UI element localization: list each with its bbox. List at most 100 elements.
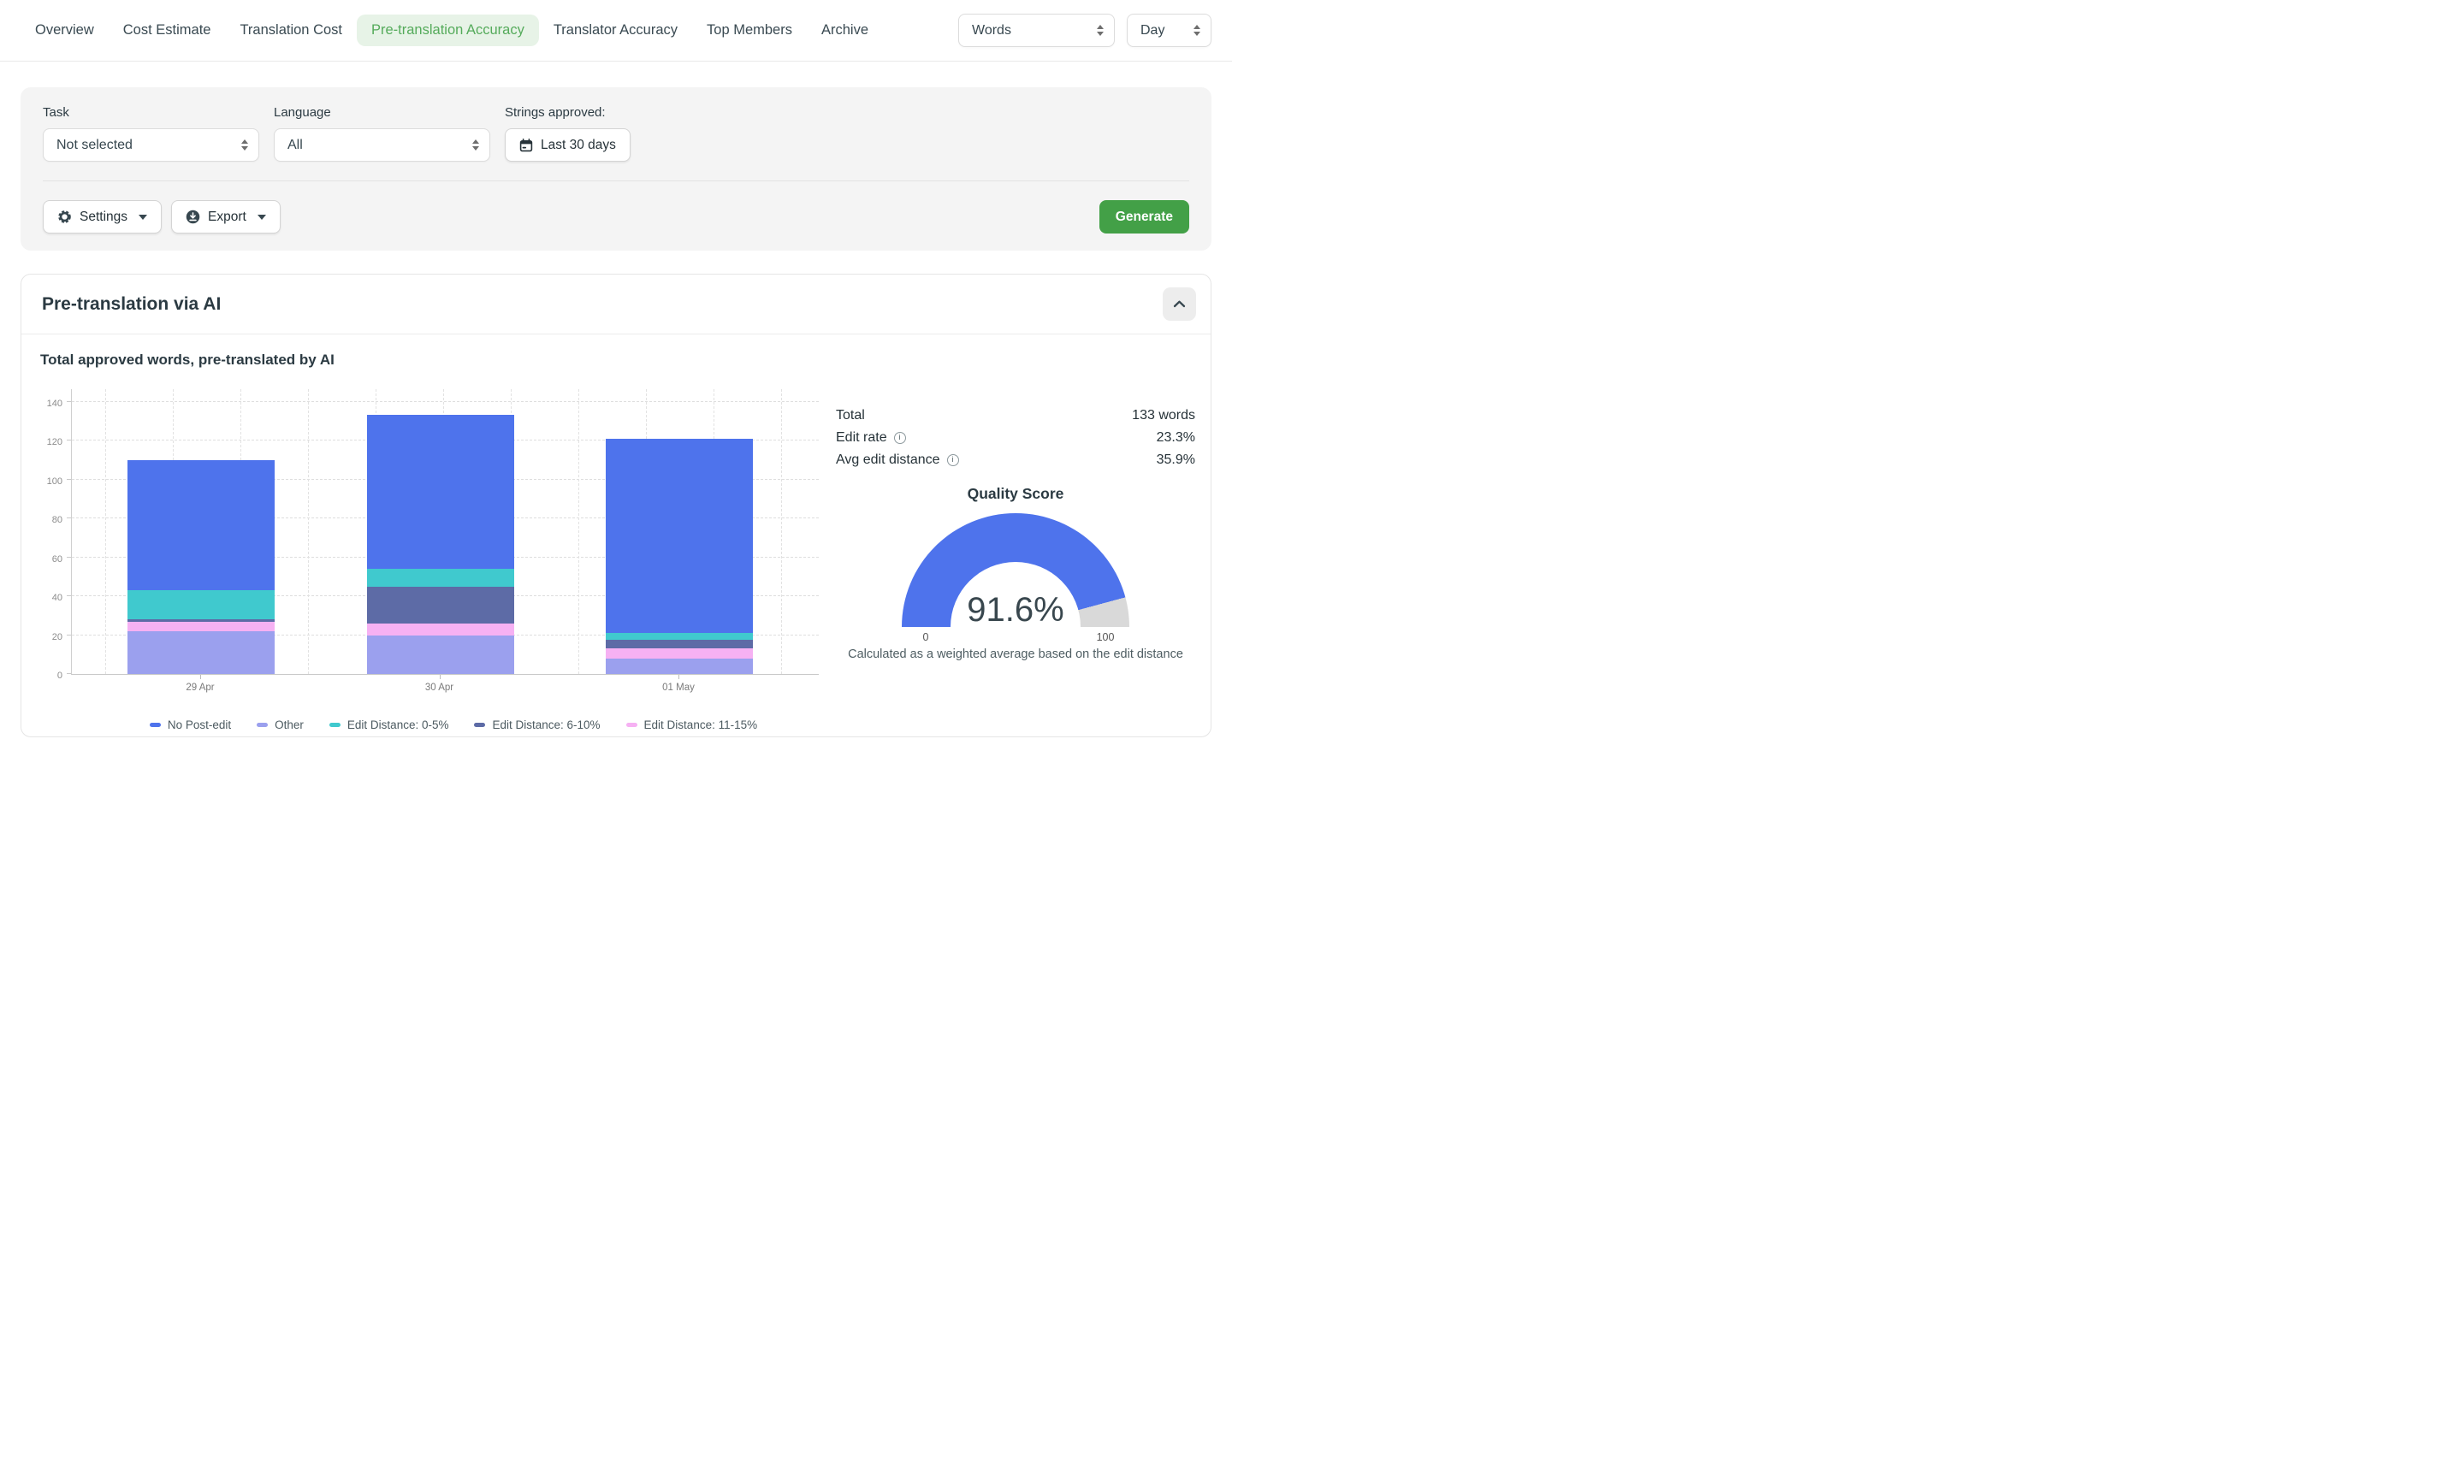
language-select[interactable]: All	[274, 128, 490, 162]
tab-translation-cost[interactable]: Translation Cost	[225, 15, 357, 46]
bar-segment	[127, 622, 275, 631]
y-tick-label: 40	[52, 593, 62, 603]
task-label: Task	[43, 105, 259, 120]
select-arrows-icon	[472, 139, 479, 151]
panel-divider	[43, 180, 1189, 181]
unit-select[interactable]: Words	[958, 14, 1115, 47]
language-select-value: All	[287, 138, 303, 153]
bar-segment	[367, 624, 514, 636]
select-arrows-icon	[241, 139, 248, 151]
download-icon	[186, 210, 200, 224]
bar-segment	[367, 587, 514, 624]
legend-item[interactable]: Edit Distance: 11-15%	[626, 718, 758, 731]
y-tick-label: 120	[47, 437, 62, 447]
period-select-value: Day	[1140, 23, 1164, 38]
y-axis: 020406080100120140	[40, 389, 71, 675]
bar-segment	[606, 633, 753, 640]
legend-item[interactable]: Other	[257, 718, 304, 731]
legend-label: Other	[275, 718, 304, 731]
stat-row-total: Total 133 words	[836, 407, 1195, 423]
task-select[interactable]: Not selected	[43, 128, 259, 162]
gridline	[308, 389, 309, 674]
gauge-min-label: 0	[923, 631, 929, 643]
pre-translation-card: Pre-translation via AI Total approved wo…	[21, 274, 1211, 737]
gauge-caption: Calculated as a weighted average based o…	[836, 647, 1195, 661]
legend-item[interactable]: Edit Distance: 0-5%	[329, 718, 449, 731]
y-tick-label: 0	[57, 671, 62, 681]
bar-segment	[606, 648, 753, 658]
legend-label: Edit Distance: 11-15%	[644, 718, 758, 731]
y-tick-label: 80	[52, 515, 62, 525]
export-button[interactable]: Export	[171, 200, 281, 234]
tab-overview[interactable]: Overview	[21, 15, 109, 46]
stacked-bar-chart: 0 20 40 60 80 100 120 140 29 Apr 30 Apr 01 May No…	[40, 377, 836, 736]
date-range-button[interactable]: Last 30 days	[505, 128, 631, 162]
stat-row-edit-rate: Edit rate i 23.3%	[836, 429, 1195, 446]
task-select-value: Not selected	[56, 138, 133, 153]
tab-pre-translation-accuracy[interactable]: Pre-translation Accuracy	[357, 15, 539, 46]
gridline	[105, 389, 106, 674]
gridline	[781, 389, 782, 674]
filters-panel: Task Not selected Language All Strings a…	[21, 87, 1211, 251]
stat-value: 35.9%	[1157, 452, 1195, 468]
select-arrows-icon	[1097, 25, 1104, 36]
gridline	[72, 401, 819, 402]
y-tick-label: 100	[47, 476, 62, 487]
tab-top-members[interactable]: Top Members	[692, 15, 807, 46]
bar-segment	[127, 631, 275, 674]
chevron-up-icon	[1173, 300, 1186, 308]
y-tick-label: 20	[52, 632, 62, 642]
gauge-max-label: 100	[1097, 631, 1115, 643]
legend-label: Edit Distance: 6-10%	[492, 718, 600, 731]
x-axis: 29 Apr 30 Apr 01 May	[71, 675, 819, 701]
gridline	[578, 389, 579, 674]
x-tick-label: 29 Apr	[186, 683, 214, 693]
bar-segment	[606, 659, 753, 674]
strings-approved-label: Strings approved:	[505, 105, 631, 120]
x-tick	[440, 675, 441, 679]
y-tick-label: 140	[47, 399, 62, 409]
bar-segment	[127, 590, 275, 619]
bar-segment	[606, 640, 753, 648]
y-tick-label: 60	[52, 554, 62, 565]
quality-score-gauge: 91.6% 0 100	[902, 513, 1129, 627]
bar-segment	[127, 460, 275, 590]
legend-marker-icon	[257, 723, 268, 727]
card-title: Pre-translation via AI	[42, 294, 221, 315]
quality-score-title: Quality Score	[836, 485, 1195, 503]
x-tick-label: 01 May	[662, 683, 695, 693]
gauge-value: 91.6%	[902, 591, 1129, 630]
tab-archive[interactable]: Archive	[807, 15, 883, 46]
select-arrows-icon	[1194, 25, 1200, 36]
x-tick-label: 30 Apr	[425, 683, 453, 693]
chart-plot-area	[71, 389, 819, 675]
legend-marker-icon	[329, 723, 341, 727]
generate-button[interactable]: Generate	[1099, 200, 1189, 234]
info-icon[interactable]: i	[947, 454, 959, 466]
chevron-down-icon	[139, 215, 147, 220]
legend-label: Edit Distance: 0-5%	[347, 718, 449, 731]
settings-label: Settings	[80, 210, 127, 225]
tab-translator-accuracy[interactable]: Translator Accuracy	[539, 15, 692, 46]
chevron-down-icon	[258, 215, 266, 220]
language-label: Language	[274, 105, 490, 120]
unit-select-value: Words	[972, 23, 1011, 38]
stats-panel: Total 133 words Edit rate i 23.3% Avg edi…	[836, 352, 1195, 736]
gear-icon	[57, 210, 72, 224]
bar-segment	[606, 439, 753, 634]
legend-label: No Post-edit	[168, 718, 231, 731]
tab-cost-estimate[interactable]: Cost Estimate	[109, 15, 226, 46]
info-icon[interactable]: i	[894, 432, 906, 444]
stat-label: Avg edit distance	[836, 452, 940, 468]
bar-segment	[127, 619, 275, 621]
legend-item[interactable]: No Post-edit	[150, 718, 231, 731]
settings-button[interactable]: Settings	[43, 200, 162, 234]
legend-item[interactable]: Edit Distance: 6-10%	[474, 718, 600, 731]
bar-segment	[367, 569, 514, 586]
stat-label: Edit rate	[836, 429, 887, 446]
period-select[interactable]: Day	[1127, 14, 1211, 47]
stat-value: 23.3%	[1157, 429, 1195, 446]
date-range-value: Last 30 days	[541, 138, 616, 153]
collapse-button[interactable]	[1163, 287, 1196, 321]
legend-marker-icon	[626, 723, 637, 727]
